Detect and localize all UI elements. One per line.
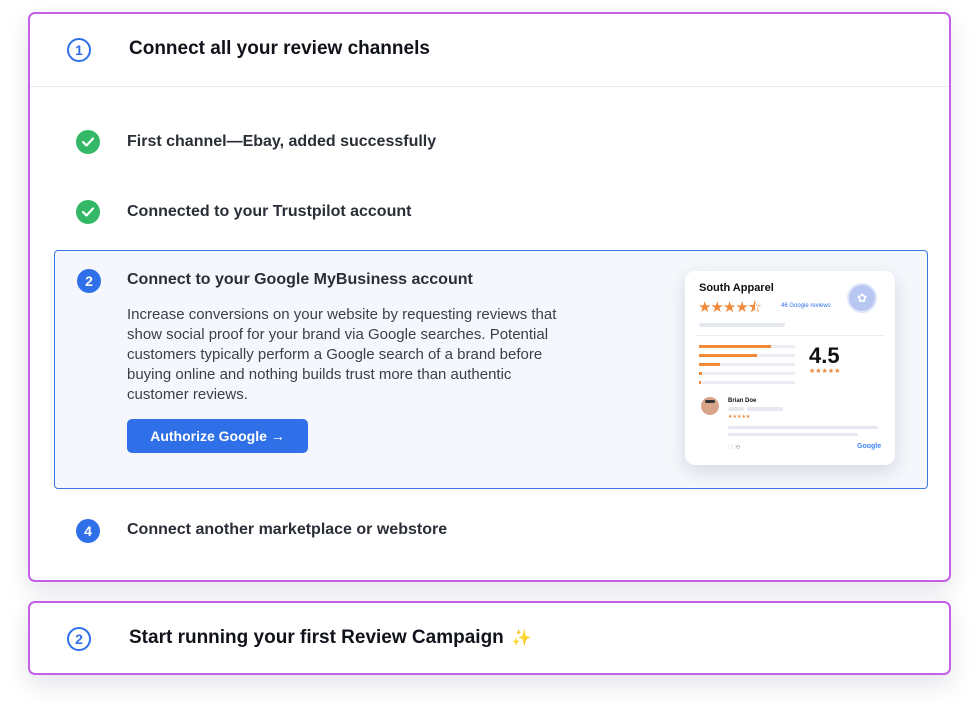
sparkles-icon: ✨: [511, 630, 532, 647]
rating-bar: [699, 354, 795, 357]
reviewer-stars: ★★★★★: [728, 414, 751, 420]
rating-bar: [699, 372, 795, 375]
star-rating: ★★★★⯪: [698, 299, 762, 316]
brand-logo-icon: ✿: [847, 283, 877, 313]
google-reviews-preview: South Apparel ★★★★⯪ 46 Google reviews ✿ …: [685, 271, 895, 465]
score-stars: ★★★★★: [809, 368, 841, 375]
reviews-count-link: 46 Google reviews: [781, 303, 831, 309]
step-number-badge: 4: [76, 519, 100, 543]
card-header[interactable]: 1 Connect all your review channels: [30, 14, 949, 87]
business-name: South Apparel: [699, 282, 774, 294]
authorize-google-button[interactable]: Authorize Google →: [127, 419, 308, 453]
rating-bar: [699, 381, 795, 384]
card-header[interactable]: 2 Start running your first Review Campai…: [30, 603, 949, 673]
placeholder-line: [728, 407, 744, 411]
card-title: Connect all your review channels: [129, 38, 430, 59]
check-circle-icon: [76, 200, 100, 224]
step-another-marketplace-label[interactable]: Connect another marketplace or webstore: [127, 521, 447, 539]
step-trustpilot-label: Connected to your Trustpilot account: [127, 203, 412, 220]
avatar: [701, 397, 719, 415]
card-title-text: Start running your first Review Campaign: [129, 627, 504, 648]
google-logo: Google: [857, 443, 882, 450]
card-title: Start running your first Review Campaign…: [129, 627, 532, 649]
rating-bar: [699, 345, 795, 348]
reviewer-name: Brian Doe: [728, 398, 757, 404]
placeholder-line: [728, 426, 878, 429]
google-mybusiness-step: 2 Connect to your Google MyBusiness acco…: [54, 250, 928, 489]
placeholder-line: [699, 323, 785, 327]
step-number-badge: 2: [67, 627, 91, 651]
reaction-icons: ♡ ⟲: [728, 445, 741, 451]
placeholder-line: [747, 407, 783, 411]
connect-channels-card: 1 Connect all your review channels First…: [28, 12, 951, 582]
step-ebay-label: First channel—Ebay, added successfully: [127, 133, 437, 150]
check-circle-icon: [76, 130, 100, 154]
step-number-badge: 2: [77, 269, 101, 293]
step-description: Increase conversions on your website by …: [127, 306, 557, 403]
placeholder-line: [728, 433, 858, 436]
step-title: Connect to your Google MyBusiness accoun…: [127, 271, 473, 288]
divider: [695, 335, 885, 336]
average-score: 4.5: [809, 343, 840, 368]
rating-bar: [699, 363, 795, 366]
step-number-badge: 1: [67, 38, 91, 62]
review-campaign-card[interactable]: 2 Start running your first Review Campai…: [28, 601, 951, 675]
